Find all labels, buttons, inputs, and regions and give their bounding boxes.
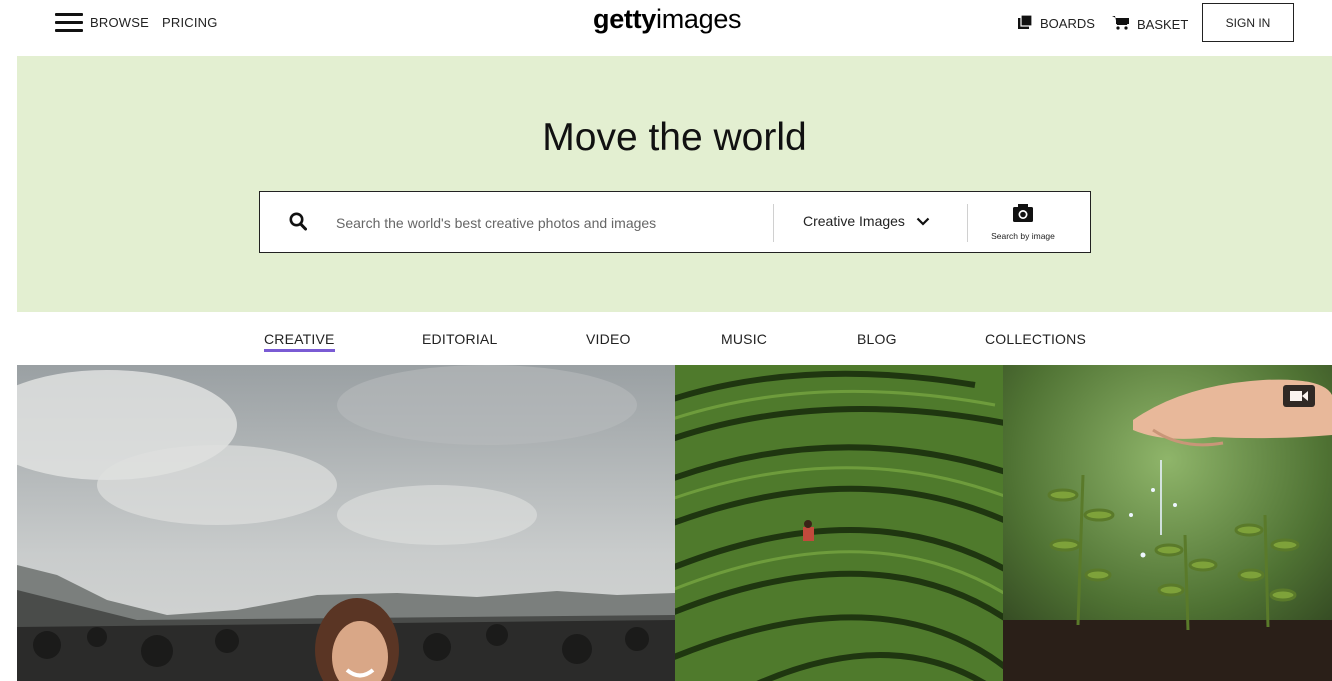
search-divider-2 [967,204,968,242]
chevron-down-icon [916,213,930,229]
browse-link[interactable]: BROWSE [90,15,149,30]
hero-title: Move the world [542,116,807,159]
boards-link[interactable]: BOARDS [1018,14,1095,32]
search-input[interactable] [336,210,766,236]
site-header: BROWSE PRICING gettyimages BOARDS BASKET… [0,0,1332,56]
featured-video-plants[interactable] [1003,365,1332,681]
logo-bold-text: getty [593,4,657,34]
sign-in-button[interactable]: SIGN IN [1202,3,1294,42]
hero-banner: Move the world Creative Images Search by… [17,56,1332,312]
camera-icon [1012,204,1034,227]
image-type-select[interactable]: Creative Images [803,213,930,229]
tab-video[interactable]: VIDEO [586,331,631,347]
boards-icon [1018,14,1033,32]
tab-editorial[interactable]: EDITORIAL [422,331,497,347]
image-type-value: Creative Images [803,213,905,229]
tab-creative[interactable]: CREATIVE [264,331,335,352]
video-icon [1283,385,1315,407]
tab-blog[interactable]: BLOG [857,331,897,347]
search-by-image-button[interactable]: Search by image [973,203,1073,241]
getty-images-logo[interactable]: gettyimages [593,4,742,35]
basket-label: BASKET [1137,16,1189,32]
search-divider [773,204,774,242]
logo-light-text: images [656,4,742,34]
menu-icon[interactable] [55,13,83,33]
tab-music[interactable]: MUSIC [721,331,767,347]
tab-collections[interactable]: COLLECTIONS [985,331,1086,347]
search-icon[interactable] [289,212,307,236]
featured-image-field[interactable] [675,365,1003,681]
pricing-link[interactable]: PRICING [162,15,218,30]
basket-icon [1112,15,1129,33]
basket-link[interactable]: BASKET [1112,15,1188,33]
search-bar: Creative Images Search by image [259,191,1091,253]
boards-label: BOARDS [1040,16,1095,31]
search-by-image-label: Search by image [991,231,1055,241]
featured-image-landscape[interactable] [17,365,675,681]
